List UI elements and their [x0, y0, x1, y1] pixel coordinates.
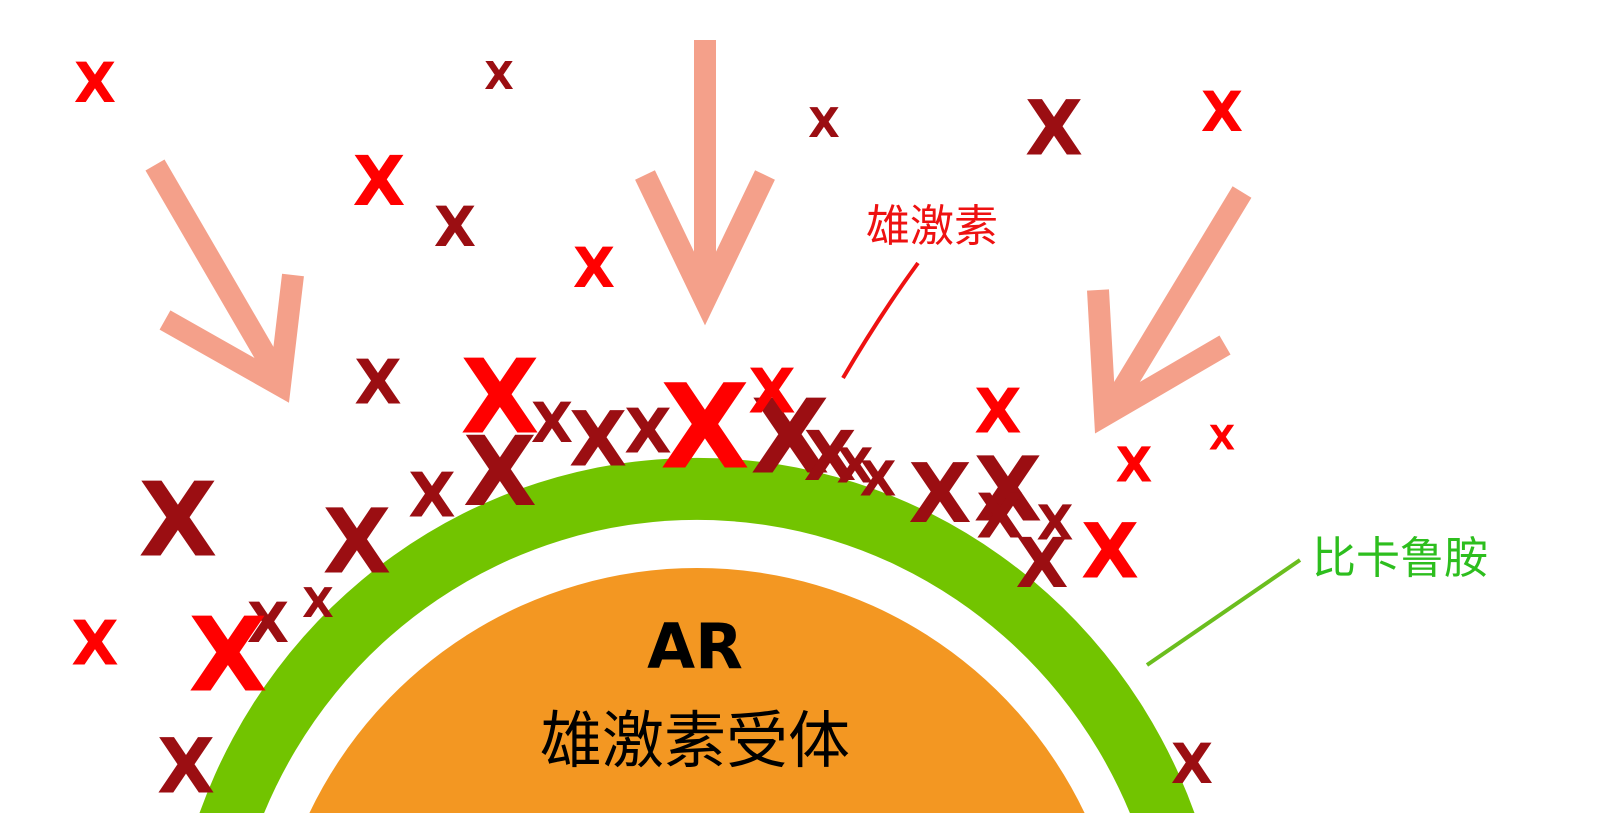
androgen-x-mark-icon: X [408, 460, 456, 532]
androgen-x-mark-icon: X [860, 452, 897, 508]
bicalutamide-label: 比卡鲁胺 [1312, 533, 1488, 584]
androgen-x-mark-icon: X [1016, 524, 1069, 604]
androgen-x-mark-icon: X [1171, 732, 1213, 796]
androgen-x-mark-icon: X [569, 396, 627, 484]
androgen-x-mark-icon: X [1201, 80, 1243, 144]
arrow-down-left-icon [1087, 186, 1252, 434]
androgen-x-mark-icon: X [74, 51, 116, 115]
androgen-x-mark-icon: X [808, 99, 840, 147]
androgen-x-mark-icon: X [354, 347, 402, 419]
androgen-x-mark-icon: X [353, 142, 406, 222]
androgen-x-mark-icon: X [660, 361, 750, 496]
androgen-x-mark-icon: X [1025, 85, 1083, 173]
androgen-x-mark-icon: X [573, 236, 615, 300]
androgen-x-mark-icon: X [1209, 419, 1235, 459]
androgen-x-mark-icon: X [434, 195, 476, 259]
androgen-x-mark-icon: X [157, 723, 215, 811]
androgen-x-mark-icon: X [138, 462, 217, 581]
androgen-x-mark-icon: X [71, 608, 119, 680]
androgen-x-mark-icon: X [463, 416, 537, 528]
ar-abbrev-label: AR [647, 610, 743, 683]
androgen-x-mark-icon: X [1116, 438, 1153, 494]
androgen-x-mark-icon: X [188, 597, 267, 716]
bicalutamide-leader-line [1145, 558, 1302, 667]
androgen-x-mark-icon: X [302, 579, 334, 627]
arrow-down-right-icon [145, 159, 304, 403]
androgen-x-mark-icon: X [531, 391, 573, 455]
androgen-label: 雄激素 [866, 201, 998, 252]
androgen-x-mark-icon: X [748, 356, 796, 428]
androgen-x-mark-icon: X [484, 54, 514, 99]
androgen-receptor-label: 雄激素受体 [539, 704, 850, 777]
androgen-x-mark-icon: X [974, 376, 1022, 448]
androgen-x-mark-icon: X [1081, 508, 1139, 596]
androgen-leader-line [841, 261, 920, 380]
androgen-x-mark-icon: X [908, 447, 971, 542]
arrow-down-center-icon [635, 40, 775, 326]
